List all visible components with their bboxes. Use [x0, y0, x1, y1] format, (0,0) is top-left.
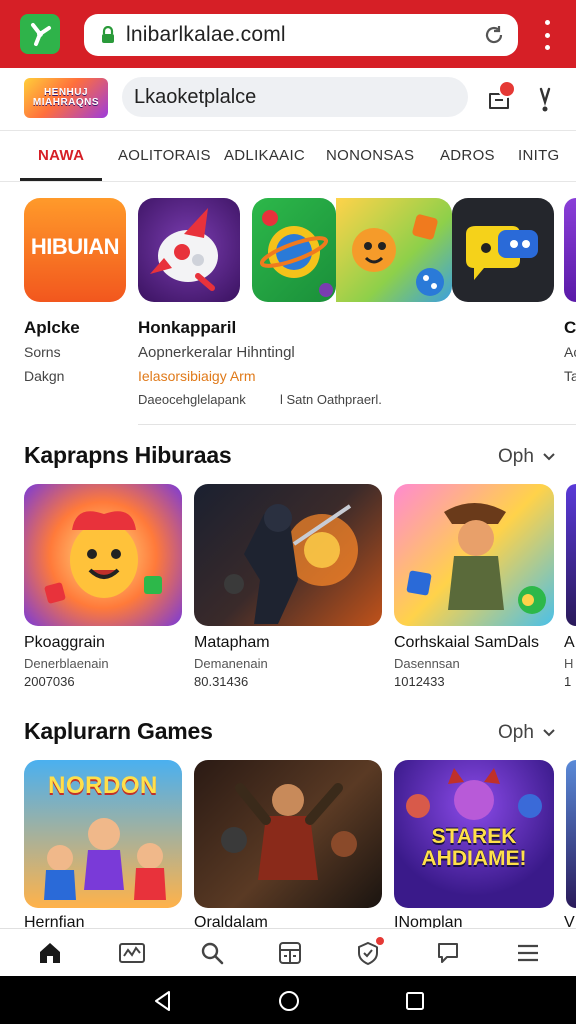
- section-2-card-3-art-text: STAREK AHDIAME!: [421, 825, 527, 870]
- home-circle-icon[interactable]: [278, 990, 300, 1012]
- section-1-card-1-title[interactable]: Pkoaggrain: [24, 634, 105, 652]
- section-1-card-4-title[interactable]: A: [564, 634, 575, 652]
- section-1-card-1[interactable]: [24, 484, 182, 626]
- featured-app-icon-5[interactable]: [452, 198, 554, 302]
- brand-logo-text: HENHUJ MIAHRAQNS: [32, 87, 100, 108]
- featured-app-3-sub1: Ac: [564, 344, 576, 360]
- brand-logo[interactable]: HENHUJ MIAHRAQNS: [24, 78, 108, 118]
- section-1-card-3-sub: Dasennsan: [394, 656, 460, 671]
- section-1-card-3-num: 1012433: [394, 674, 445, 689]
- tab-nawa[interactable]: NAWA: [38, 147, 84, 164]
- featured-app-3-name[interactable]: C: [564, 318, 576, 338]
- rocket-character-art: [150, 208, 218, 291]
- bottom-navigation: [0, 928, 576, 976]
- featured-app-2-meta-right: l Satn Oathpraerl.: [280, 392, 382, 407]
- tab-nononsas[interactable]: NONONSAS: [326, 147, 414, 164]
- search-input[interactable]: Lkaoketplalce: [122, 77, 468, 117]
- chevron-down-icon: [543, 729, 555, 737]
- nav-chat[interactable]: [434, 939, 462, 967]
- nav-calculator[interactable]: [276, 939, 304, 967]
- section-1-card-3[interactable]: [394, 484, 554, 626]
- overflow-menu-icon[interactable]: [538, 20, 556, 50]
- system-navigation-bar: [0, 976, 576, 1024]
- nav-search[interactable]: [198, 939, 226, 967]
- menu-icon: [518, 944, 538, 962]
- section-1-card-1-num: 2007036: [24, 674, 75, 689]
- featured-app-icon-1-text: HIBUIAN: [30, 234, 120, 259]
- section-1-card-4[interactable]: [566, 484, 576, 626]
- chat-icon: [438, 943, 458, 963]
- warrior-group-art: [221, 783, 357, 880]
- featured-app-1-sub1: Sorns: [24, 344, 61, 360]
- ninja-warrior-art: [224, 504, 358, 624]
- section-2-title: Kaplurarn Games: [24, 718, 213, 744]
- featured-app-1-name[interactable]: Aplcke: [24, 318, 80, 338]
- section-1-see-all[interactable]: Oph: [498, 446, 555, 468]
- kids-group-art: [44, 818, 166, 900]
- section-divider: [138, 424, 576, 425]
- section-2-card-2[interactable]: [194, 760, 382, 908]
- cart-badge: [498, 80, 516, 98]
- tab-initg[interactable]: INITG: [518, 147, 560, 164]
- calculator-icon: [279, 942, 301, 964]
- featured-app-2-meta-left: Daeocehglelapank: [138, 392, 246, 407]
- fox-character-art: [352, 214, 444, 296]
- reload-icon[interactable]: [482, 23, 506, 47]
- search-icon: [201, 942, 224, 965]
- section-1-card-3-title[interactable]: Corhskaial SamDals: [394, 634, 539, 652]
- url-bar[interactable]: lnibarlkalae.coml: [84, 14, 518, 56]
- section-1-card-2-num: 80.31436: [194, 674, 249, 689]
- featured-app-2-desc: Aopnerkeralar Hihntingl: [138, 344, 295, 361]
- chart-icon: [119, 943, 145, 963]
- section-2-card-3[interactable]: STAREK AHDIAME!: [394, 760, 554, 908]
- section-1-card-2-title[interactable]: Matapham: [194, 634, 270, 652]
- featured-app-1-sub2: Dakgn: [24, 368, 65, 384]
- section-1-card-2-sub: Demanenain: [194, 656, 268, 671]
- section-1-title: Kaprapns Hiburaas: [24, 442, 232, 468]
- section-1-card-4-sub: H: [564, 656, 574, 671]
- app-logo[interactable]: [20, 14, 60, 54]
- section-1-card-4-num: 1: [564, 674, 572, 689]
- blob-character-art: [44, 511, 162, 604]
- featured-app-icon-6[interactable]: [564, 198, 576, 302]
- featured-app-3-sub2: Ta: [564, 368, 576, 384]
- browser-toolbar: lnibarlkalae.coml: [0, 0, 576, 68]
- page-root: lnibarlkalae.coml HENHUJ MIAHRAQNS Lkaok…: [0, 0, 576, 1024]
- home-icon: [40, 943, 60, 963]
- recents-icon[interactable]: [404, 990, 426, 1012]
- featured-app-2-accent: Ielasorsibiaigy Arm: [138, 368, 256, 384]
- store-header: HENHUJ MIAHRAQNS Lkaoketplalce: [0, 68, 576, 130]
- controller-art: [466, 226, 538, 280]
- tab-adlikaaic[interactable]: ADLIKAAIC: [224, 147, 305, 164]
- pirate-character-art: [406, 503, 546, 614]
- planet-art: [259, 210, 333, 297]
- back-icon[interactable]: [152, 990, 174, 1012]
- fan-icon: [31, 23, 51, 46]
- section-2-card-4[interactable]: [566, 760, 576, 908]
- tab-adros[interactable]: ADROS: [440, 147, 495, 164]
- lock-icon: [102, 26, 114, 43]
- section-2-see-all-label: Oph: [498, 722, 534, 743]
- section-1-card-1-sub: Denerblaenain: [24, 656, 109, 671]
- section-1-card-2[interactable]: [194, 484, 382, 626]
- tab-aolitorais[interactable]: AOLITORAIS: [118, 147, 211, 164]
- nav-shield-badge: [374, 935, 386, 947]
- featured-app-2-name[interactable]: Honkapparil: [138, 318, 236, 338]
- section-2-see-all[interactable]: Oph: [498, 722, 555, 744]
- featured-app-icon-1[interactable]: HIBUIAN: [24, 198, 126, 302]
- active-tab-indicator: [20, 178, 102, 181]
- featured-app-icon-3[interactable]: [252, 198, 336, 302]
- category-tabs: NAWA AOLITORAIS ADLIKAAIC NONONSAS ADROS…: [0, 130, 576, 182]
- section-1-see-all-label: Oph: [498, 446, 534, 467]
- chevron-down-icon: [543, 453, 555, 461]
- nav-menu[interactable]: [514, 939, 542, 967]
- url-text: lnibarlkalae.coml: [126, 23, 286, 46]
- featured-app-icon-4[interactable]: [336, 198, 452, 302]
- nav-chart[interactable]: [118, 939, 146, 967]
- nav-home[interactable]: [36, 939, 64, 967]
- notification-icon[interactable]: [536, 86, 554, 114]
- featured-app-icon-2[interactable]: [138, 198, 240, 302]
- section-2-card-1[interactable]: NORDON: [24, 760, 182, 908]
